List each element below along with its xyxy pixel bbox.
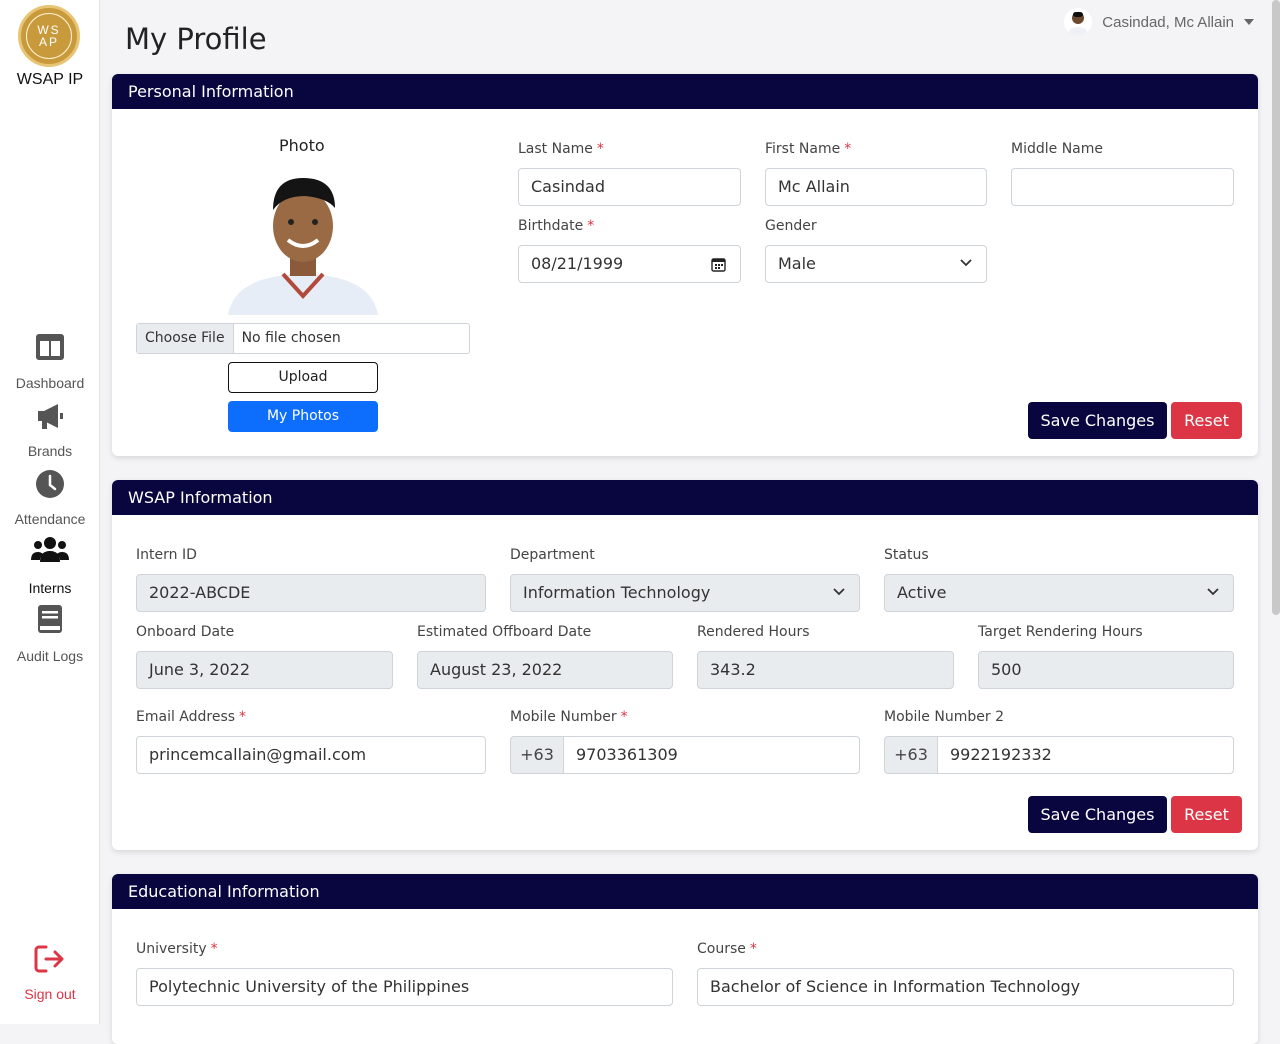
card-header: WSAP Information bbox=[112, 480, 1258, 515]
upload-button[interactable]: Upload bbox=[228, 362, 378, 393]
onboard-date-label: Onboard Date bbox=[136, 624, 235, 640]
mobile-number-2-input[interactable]: 9922192332 bbox=[937, 736, 1234, 774]
status-label: Status bbox=[884, 547, 929, 563]
save-changes-button[interactable]: Save Changes bbox=[1028, 796, 1167, 833]
university-label: University * bbox=[136, 941, 218, 957]
scrollbar[interactable] bbox=[1272, 0, 1280, 615]
card-header: Educational Information bbox=[112, 874, 1258, 909]
sidebar-item-attendance[interactable]: Attendance bbox=[0, 469, 100, 527]
page-title: My Profile bbox=[125, 22, 267, 56]
mobile-2-prefix: +63 bbox=[884, 736, 938, 774]
status-select[interactable]: Active bbox=[884, 574, 1234, 612]
clock-icon bbox=[36, 470, 64, 498]
intern-id-label: Intern ID bbox=[136, 547, 197, 563]
sign-out-button[interactable]: Sign out bbox=[0, 944, 100, 1002]
offboard-date-input: August 23, 2022 bbox=[417, 651, 673, 689]
calendar-icon[interactable] bbox=[711, 257, 726, 272]
mobile-number-label: Mobile Number * bbox=[510, 709, 628, 725]
birthdate-value: 08/21/1999 bbox=[531, 254, 624, 273]
logo-badge[interactable]: WS AP bbox=[18, 5, 80, 67]
department-value: Information Technology bbox=[523, 583, 711, 602]
course-input[interactable]: Bachelor of Science in Information Techn… bbox=[697, 968, 1234, 1006]
department-select[interactable]: Information Technology bbox=[510, 574, 860, 612]
file-input[interactable]: Choose File No file chosen bbox=[136, 323, 470, 354]
sidebar-item-dashboard[interactable]: Dashboard bbox=[0, 333, 100, 391]
sidebar-item-label: Interns bbox=[28, 580, 72, 596]
wsap-information-card: WSAP Information Intern ID 2022-ABCDE De… bbox=[112, 480, 1258, 850]
last-name-input[interactable]: Casindad bbox=[518, 168, 741, 206]
offboard-date-label: Estimated Offboard Date bbox=[417, 624, 592, 640]
gender-value: Male bbox=[778, 254, 816, 273]
sign-out-icon bbox=[34, 945, 64, 973]
sidebar-item-label: Dashboard bbox=[15, 375, 85, 391]
rendered-hours-label: Rendered Hours bbox=[697, 624, 810, 640]
university-input[interactable]: Polytechnic University of the Philippine… bbox=[136, 968, 673, 1006]
user-name: Casindad, Mc Allain bbox=[1102, 13, 1234, 31]
sidebar-item-interns[interactable]: Interns bbox=[0, 536, 100, 596]
status-value: Active bbox=[897, 583, 947, 602]
mobile-number-2-label: Mobile Number 2 bbox=[884, 709, 1004, 725]
sidebar-item-audit-logs[interactable]: Audit Logs bbox=[0, 604, 100, 664]
target-hours-input: 500 bbox=[978, 651, 1234, 689]
photo-label: Photo bbox=[279, 136, 325, 155]
target-hours-label: Target Rendering Hours bbox=[978, 624, 1143, 640]
intern-id-input: 2022-ABCDE bbox=[136, 574, 486, 612]
users-icon bbox=[31, 537, 69, 562]
chevron-down-icon bbox=[1207, 588, 1219, 596]
avatar bbox=[1064, 8, 1093, 36]
birthdate-label: Birthdate * bbox=[518, 218, 595, 234]
first-name-label: First Name * bbox=[765, 141, 852, 157]
reset-button[interactable]: Reset bbox=[1171, 796, 1242, 833]
birthdate-input[interactable]: 08/21/1999 bbox=[518, 245, 741, 283]
last-name-label: Last Name * bbox=[518, 141, 604, 157]
rendered-hours-input: 343.2 bbox=[697, 651, 954, 689]
gender-label: Gender bbox=[765, 218, 817, 234]
chevron-down-icon bbox=[833, 588, 845, 596]
email-input[interactable]: princemcallain@gmail.com bbox=[136, 736, 486, 774]
choose-file-button[interactable]: Choose File bbox=[137, 324, 234, 353]
mobile-number-input[interactable]: 9703361309 bbox=[563, 736, 860, 774]
logo-text: WSAP IP bbox=[16, 71, 84, 88]
course-label: Course * bbox=[697, 941, 757, 957]
middle-name-label: Middle Name bbox=[1011, 141, 1103, 157]
sidebar-item-label: Brands bbox=[27, 443, 73, 459]
sign-out-label: Sign out bbox=[24, 986, 76, 1002]
profile-photo bbox=[228, 170, 378, 315]
reset-button[interactable]: Reset bbox=[1171, 402, 1242, 439]
card-header: Personal Information bbox=[112, 74, 1258, 109]
gender-select[interactable]: Male bbox=[765, 245, 987, 283]
personal-information-card: Personal Information Photo Choose File N… bbox=[112, 74, 1258, 456]
mobile-prefix: +63 bbox=[510, 736, 564, 774]
onboard-date-input: June 3, 2022 bbox=[136, 651, 393, 689]
sidebar-item-label: Audit Logs bbox=[16, 648, 84, 664]
file-status: No file chosen bbox=[241, 330, 341, 346]
caret-down-icon bbox=[1244, 19, 1254, 25]
email-label: Email Address * bbox=[136, 709, 247, 725]
first-name-input[interactable]: Mc Allain bbox=[765, 168, 987, 206]
user-menu[interactable]: Casindad, Mc Allain bbox=[1064, 8, 1254, 36]
middle-name-input[interactable] bbox=[1011, 168, 1234, 206]
megaphone-icon bbox=[38, 404, 63, 429]
my-photos-button[interactable]: My Photos bbox=[228, 401, 378, 432]
chevron-down-icon bbox=[960, 259, 972, 267]
sidebar: WS AP WSAP IP Dashboard Brands Attendanc… bbox=[0, 0, 100, 1024]
department-label: Department bbox=[510, 547, 595, 563]
logo-badge-text: WS AP bbox=[26, 13, 72, 59]
sidebar-item-brands[interactable]: Brands bbox=[0, 401, 100, 459]
book-icon bbox=[38, 605, 62, 633]
dashboard-icon bbox=[36, 334, 64, 360]
educational-information-card: Educational Information University * Poly… bbox=[112, 874, 1258, 1044]
sidebar-item-label: Attendance bbox=[14, 511, 86, 527]
save-changes-button[interactable]: Save Changes bbox=[1028, 402, 1167, 439]
